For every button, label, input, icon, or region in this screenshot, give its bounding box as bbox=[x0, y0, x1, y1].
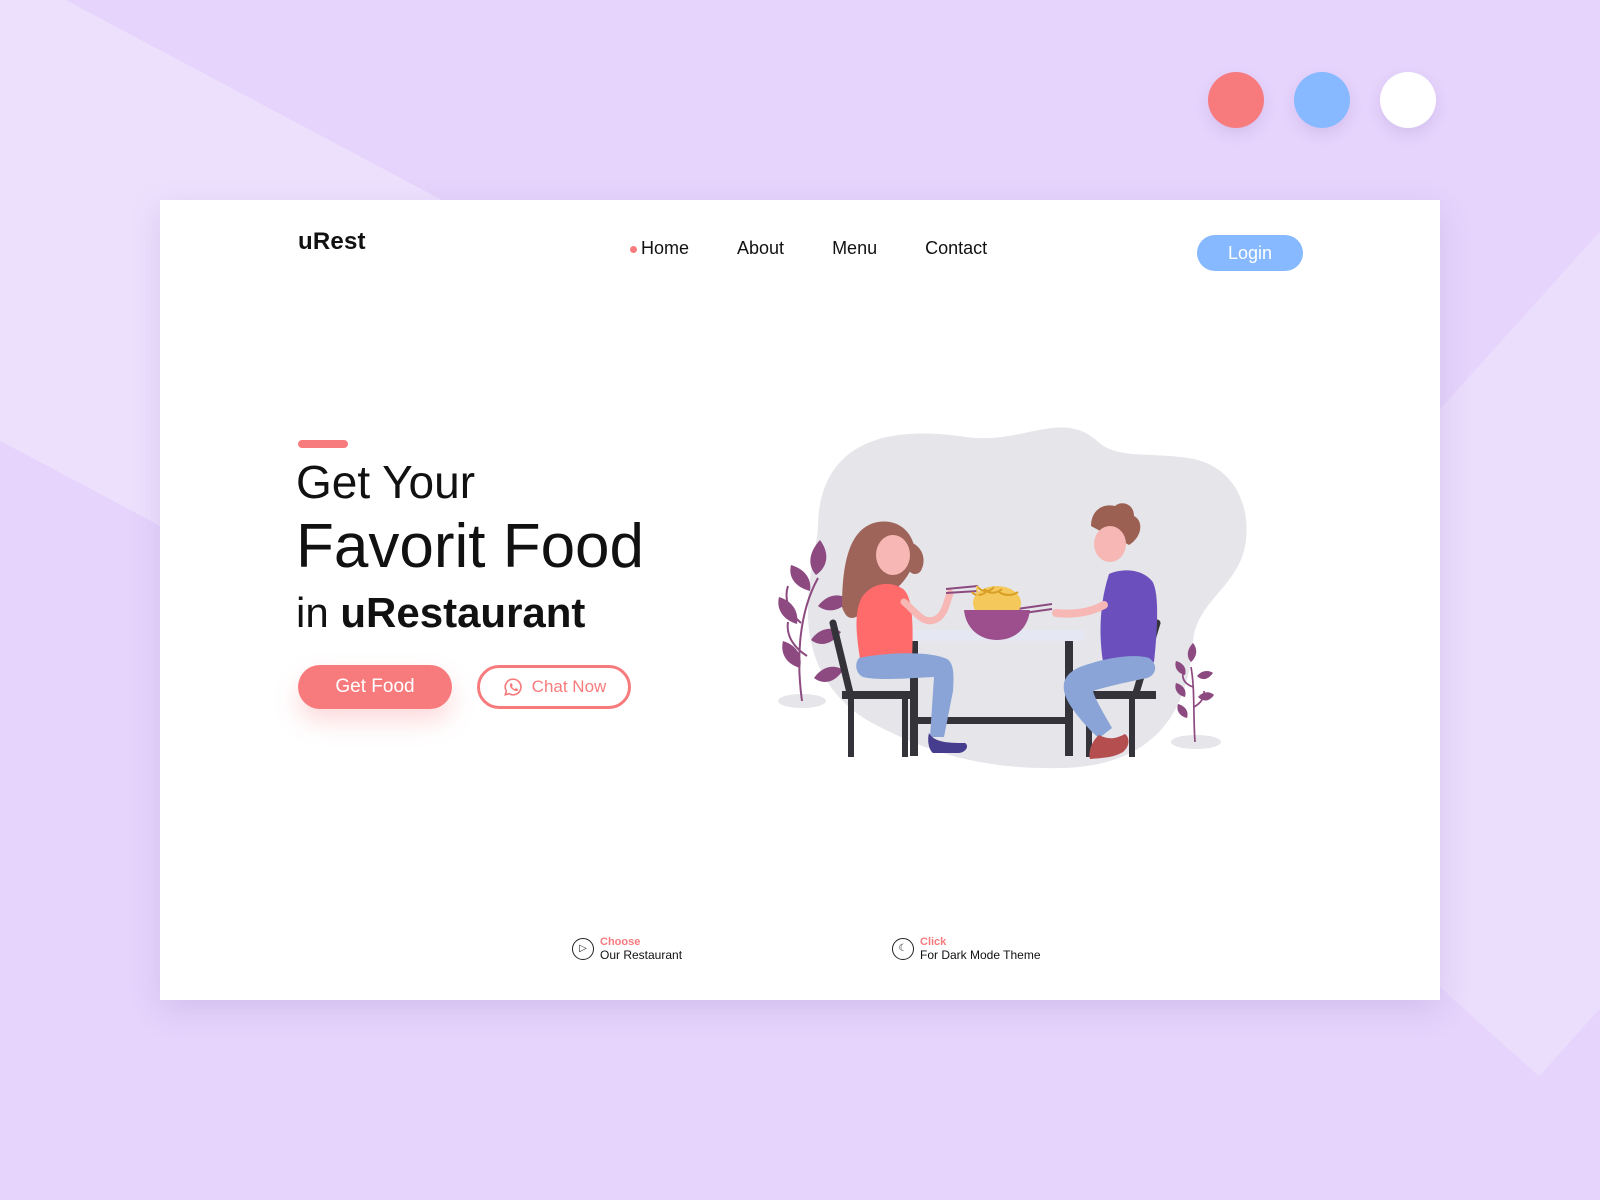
nav-about[interactable]: About bbox=[737, 238, 784, 259]
moon-icon: ☾ bbox=[892, 938, 914, 960]
blue-theme-dot[interactable] bbox=[1294, 72, 1350, 128]
whatsapp-icon bbox=[502, 676, 524, 698]
coral-theme-dot[interactable] bbox=[1208, 72, 1264, 128]
chat-now-label: Chat Now bbox=[531, 677, 607, 696]
our-restaurant-label: Our Restaurant bbox=[600, 948, 683, 962]
nav-home-label: Home bbox=[641, 238, 690, 258]
hero-accent-bar bbox=[298, 440, 348, 448]
logo[interactable]: uRest bbox=[298, 228, 366, 256]
hero-heading-prefix: in bbox=[296, 589, 329, 636]
choose-restaurant-info[interactable]: ▷ Choose Our Restaurant bbox=[572, 936, 682, 962]
nav-menu[interactable]: Menu bbox=[832, 238, 877, 259]
dark-mode-info[interactable]: ☾ Click For Dark Mode Theme bbox=[892, 936, 1041, 962]
get-food-button[interactable]: Get Food bbox=[298, 665, 452, 709]
right-plant-shadow bbox=[1171, 735, 1221, 749]
hero-heading-line-1: Get Your bbox=[296, 456, 476, 508]
white-theme-dot[interactable] bbox=[1380, 72, 1436, 128]
hero-heading-brand: uRestaurant bbox=[340, 589, 586, 636]
chat-now-button[interactable]: Chat Now bbox=[477, 665, 631, 709]
hero-heading-line-2: Favorit Food bbox=[296, 512, 645, 581]
login-button[interactable]: Login bbox=[1197, 235, 1303, 271]
dark-mode-text: Click For Dark Mode Theme bbox=[920, 936, 1041, 962]
play-icon: ▷ bbox=[572, 938, 594, 960]
dining-couple-illustration bbox=[770, 415, 1270, 785]
dark-mode-label: For Dark Mode Theme bbox=[920, 948, 1041, 962]
choose-restaurant-text: Choose Our Restaurant bbox=[600, 936, 682, 962]
main-nav: Home About Menu Contact bbox=[630, 238, 987, 259]
hero-heading-line-3: in uRestaurant bbox=[296, 586, 585, 640]
landing-page-card: uRest Home About Menu Contact Login Get … bbox=[160, 200, 1440, 1000]
nav-home[interactable]: Home bbox=[630, 238, 689, 259]
active-indicator-dot bbox=[630, 245, 637, 253]
nav-contact[interactable]: Contact bbox=[925, 238, 987, 259]
theme-switcher bbox=[1208, 72, 1436, 128]
